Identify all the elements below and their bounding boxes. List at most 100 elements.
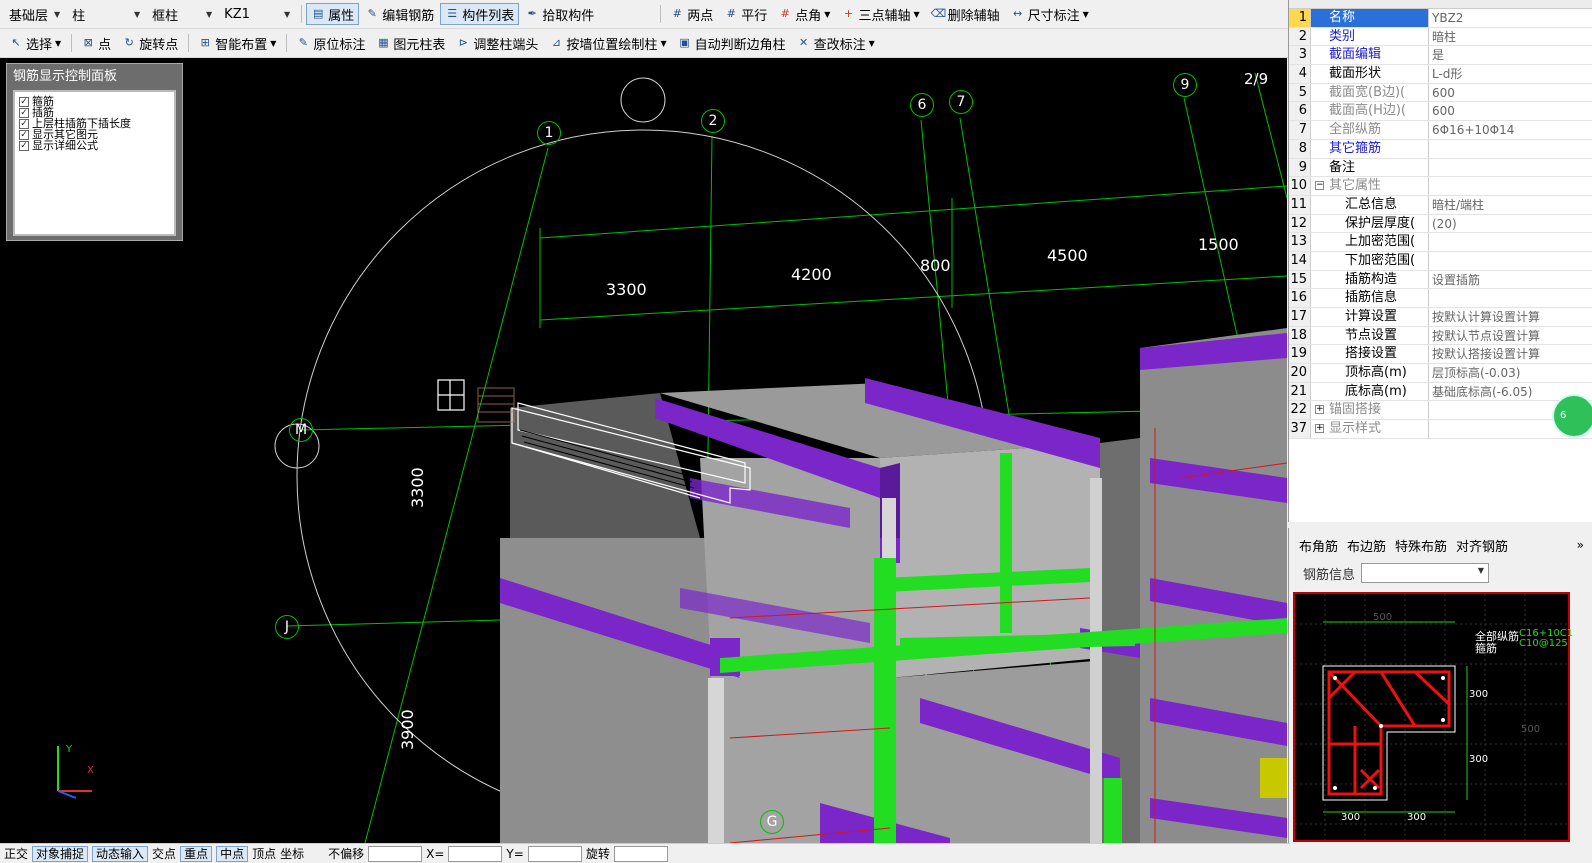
coordinate-snap[interactable]: 坐标 — [280, 845, 304, 862]
more-tabs-icon[interactable]: » — [1577, 538, 1584, 552]
in-place-annotation-button[interactable]: ✎ 原位标注 — [291, 32, 370, 54]
property-value[interactable]: 暗柱/端柱 — [1429, 196, 1592, 214]
property-row[interactable]: 5 截面宽(B边)(600 — [1289, 83, 1592, 103]
section-preview[interactable]: 500 500 300 300 300 300 全部纵筋 箍筋 C16+10C1… — [1293, 592, 1573, 842]
property-row[interactable]: 11 汇总信息 暗柱/端柱 — [1289, 195, 1592, 215]
property-value[interactable]: (20) — [1429, 215, 1592, 233]
pick-component-button[interactable]: ✒ 拾取构件 — [520, 3, 599, 25]
column-table-button[interactable]: ▦ 图元柱表 — [371, 32, 450, 54]
property-row[interactable]: 20 顶标高(m) 层顶标高(-0.03) — [1289, 364, 1592, 383]
property-value[interactable] — [1429, 140, 1592, 158]
checkbox-checked-icon[interactable]: ✓ — [19, 140, 29, 151]
offset-field[interactable] — [368, 845, 423, 862]
property-row[interactable]: 1 名称 YBZ2 — [1289, 9, 1592, 28]
property-row[interactable]: 13 上加密范围( — [1289, 233, 1592, 252]
tab-edge-rebar[interactable]: 布边筋 — [1347, 536, 1386, 555]
property-value[interactable] — [1429, 233, 1592, 251]
component-type-combo[interactable]: 柱 ▼ — [67, 3, 145, 25]
rotate-point-button[interactable]: ↻ 旋转点 — [117, 32, 183, 54]
tab-align-rebar[interactable]: 对齐钢筋 — [1456, 536, 1508, 555]
property-row[interactable]: 17 计算设置 按默认计算设置计算 — [1289, 308, 1592, 327]
two-point-axis-icon: # — [672, 7, 682, 20]
delete-axis-button[interactable]: ⌫ 删除辅轴 — [926, 3, 1005, 25]
property-row[interactable]: 7 全部纵筋 6Φ16+10Φ14 — [1289, 121, 1592, 140]
property-row[interactable]: 19 搭接设置 按默认搭接设置计算 — [1289, 345, 1592, 365]
collapse-icon[interactable]: − — [1315, 181, 1324, 191]
three-point-axis-button[interactable]: + 三点辅轴 ▼ — [836, 3, 924, 25]
property-value[interactable]: 600 — [1429, 84, 1592, 102]
property-row[interactable]: 14 下加密范围( — [1289, 251, 1592, 271]
property-value[interactable]: 按默认搭接设置计算 — [1429, 345, 1592, 363]
property-value[interactable] — [1429, 252, 1592, 270]
property-row[interactable]: 10 其它属性 − — [1289, 177, 1592, 196]
property-row[interactable]: 22 锚固搭接 + — [1289, 401, 1592, 421]
property-row[interactable]: 9 备注 — [1289, 158, 1592, 178]
midpoint-snap[interactable]: 中点 — [216, 845, 249, 862]
component-name-combo[interactable]: KZ1 ▼ — [219, 3, 295, 25]
property-row[interactable]: 2 类别 暗柱 — [1289, 27, 1592, 47]
component-subtype-combo[interactable]: 框柱 ▼ — [147, 3, 217, 25]
property-row[interactable]: 15 插筋构造 设置插筋 — [1289, 270, 1592, 290]
two-point-axis-button[interactable]: # 两点 — [665, 3, 718, 25]
checkbox-checked-icon[interactable]: ✓ — [19, 107, 29, 118]
rotate-field[interactable] — [613, 845, 668, 862]
floor-combo[interactable]: 基础层 ▼ — [4, 3, 65, 25]
expand-icon[interactable]: + — [1315, 405, 1324, 415]
property-value[interactable]: 层顶标高(-0.03) — [1429, 364, 1592, 382]
point-button[interactable]: ⊠ 点 — [76, 32, 116, 54]
property-value[interactable] — [1429, 177, 1592, 195]
property-value[interactable]: 按默认计算设置计算 — [1429, 308, 1592, 326]
edit-rebar-button[interactable]: ✎ 编辑钢筋 — [360, 3, 439, 25]
property-value[interactable] — [1429, 289, 1592, 307]
vertex-snap[interactable]: 顶点 — [252, 845, 276, 862]
tab-special-rebar[interactable]: 特殊布筋 — [1395, 536, 1447, 555]
property-row[interactable]: 21 底标高(m) 基础底标高(-6.05) — [1289, 382, 1592, 402]
property-row[interactable]: 4 截面形状 L-d形 — [1289, 65, 1592, 84]
property-row[interactable]: 6 截面高(H边)(600 — [1289, 102, 1592, 122]
expand-icon[interactable]: + — [1315, 424, 1324, 434]
property-value[interactable]: 按默认节点设置计算 — [1429, 327, 1592, 345]
rebar-option-show-formula[interactable]: ✓ 显示详细公式 — [19, 140, 170, 151]
ortho-toggle[interactable]: 正交 — [4, 845, 28, 862]
top-dimension: 500 — [1373, 612, 1393, 623]
property-row[interactable]: 12 保护层厚度((20) — [1289, 214, 1592, 234]
auto-corner-column-button[interactable]: ▣ 自动判断边角柱 — [673, 32, 791, 54]
key-point-snap[interactable]: 重点 — [180, 845, 213, 862]
select-button[interactable]: ↖ 选择 ▼ — [4, 32, 66, 54]
property-row[interactable]: 3 截面编辑是 — [1289, 46, 1592, 66]
checkbox-checked-icon[interactable]: ✓ — [19, 96, 29, 107]
component-list-button[interactable]: ☰ 构件列表 — [440, 3, 520, 25]
check-annotation-button[interactable]: ✕ 查改标注 ▼ — [792, 32, 880, 54]
property-row[interactable]: 18 节点设置 按默认节点设置计算 — [1289, 326, 1592, 346]
floating-badge[interactable]: 6 — [1552, 394, 1592, 438]
property-value[interactable]: 设置插筋 — [1429, 271, 1592, 289]
property-value[interactable]: YBZ2 — [1429, 9, 1592, 27]
property-value[interactable] — [1429, 159, 1592, 177]
property-row[interactable]: 16 插筋信息 — [1289, 289, 1592, 308]
intersection-snap[interactable]: 交点 — [152, 845, 176, 862]
parallel-axis-button[interactable]: # 平行 — [719, 3, 772, 25]
properties-button[interactable]: ▤ 属性 — [306, 3, 360, 25]
y-field[interactable] — [527, 845, 582, 862]
smart-layout-button[interactable]: ⊞ 智能布置 ▼ — [193, 32, 281, 54]
point-angle-axis-button[interactable]: # 点角 ▼ — [773, 3, 835, 25]
object-snap-toggle[interactable]: 对象捕捉 — [32, 845, 89, 862]
draw-by-wall-button[interactable]: ⊿ 按墙位置绘制柱 ▼ — [544, 32, 671, 54]
x-field[interactable] — [448, 845, 503, 862]
checkbox-checked-icon[interactable]: ✓ — [19, 118, 29, 129]
property-row[interactable]: 8 其它箍筋 — [1289, 139, 1592, 159]
checkbox-checked-icon[interactable]: ✓ — [19, 129, 29, 140]
section-dim: 300 — [1469, 689, 1489, 700]
tab-corner-rebar[interactable]: 布角筋 — [1299, 536, 1338, 555]
property-value[interactable]: 6Φ16+10Φ14 — [1429, 121, 1592, 139]
3d-viewport[interactable]: Y X 1 2 6 7 9 M J G 2/9 3300 4200 800 45… — [0, 58, 1287, 843]
dimension-button[interactable]: ↔ 尺寸标注 ▼ — [1006, 3, 1094, 25]
dynamic-input-toggle[interactable]: 动态输入 — [92, 845, 149, 862]
adjust-column-end-button[interactable]: ⊳ 调整柱端头 — [451, 32, 543, 54]
property-value[interactable]: 600 — [1429, 102, 1592, 120]
property-value[interactable]: 暗柱 — [1429, 28, 1592, 46]
rebar-info-select[interactable]: ▼ — [1361, 563, 1490, 583]
property-row[interactable]: 37 显示样式 + — [1289, 420, 1592, 439]
property-value[interactable]: 是 — [1429, 46, 1592, 64]
property-value[interactable]: L-d形 — [1429, 65, 1592, 83]
